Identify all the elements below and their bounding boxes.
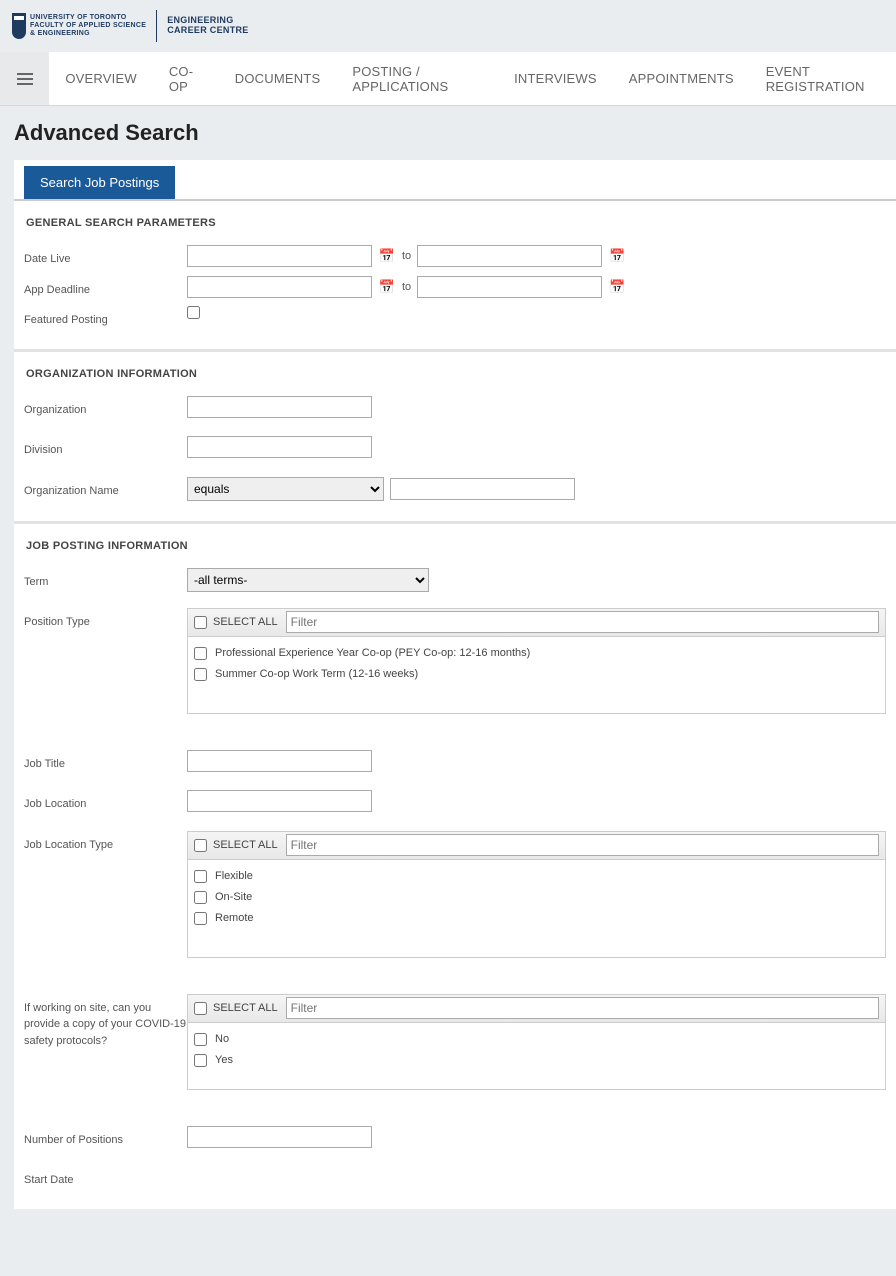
num-positions-input[interactable] [187,1126,372,1148]
select-all-checkbox[interactable] [194,616,207,629]
main-nav: OVERVIEW CO-OP DOCUMENTS POSTING / APPLI… [0,52,896,106]
section-title: GENERAL SEARCH PARAMETERS [24,211,886,241]
covid-option[interactable]: No [194,1029,879,1050]
select-all-checkbox[interactable] [194,839,207,852]
section-general: GENERAL SEARCH PARAMETERS Date Live 📅 to… [14,201,896,352]
content: Search Job Postings GENERAL SEARCH PARAM… [14,160,896,1209]
covid-multiselect: SELECT ALL No Yes [187,994,886,1090]
hamburger-button[interactable] [0,52,49,105]
option-checkbox[interactable] [194,891,207,904]
app-deadline-from-input[interactable] [187,276,372,298]
uoft-text: & ENGINEERING [30,30,146,38]
option-checkbox[interactable] [194,668,207,681]
featured-checkbox[interactable] [187,306,200,319]
covid-option[interactable]: Yes [194,1050,879,1071]
hamburger-icon [17,73,33,85]
covid-filter[interactable] [286,997,879,1019]
option-checkbox[interactable] [194,1033,207,1046]
term-label: Term [24,568,187,591]
date-live-to-input[interactable] [417,245,602,267]
location-type-filter[interactable] [286,834,879,856]
date-live-from-input[interactable] [187,245,372,267]
position-type-option[interactable]: Professional Experience Year Co-op (PEY … [194,643,879,664]
nav-overview[interactable]: OVERVIEW [49,52,152,105]
calendar-icon[interactable]: 📅 [608,278,626,296]
ecc-text: CAREER CENTRE [167,26,248,36]
uoft-crest-icon [12,13,26,39]
uoft-text: FACULTY OF APPLIED SCIENCE [30,22,146,30]
logo: UNIVERSITY OF TORONTO FACULTY OF APPLIED… [12,10,249,42]
nav-appointments[interactable]: APPOINTMENTS [613,52,750,105]
term-select[interactable]: -all terms- [187,568,429,592]
nav-interviews[interactable]: INTERVIEWS [498,52,613,105]
job-title-input[interactable] [187,750,372,772]
nav-posting-applications[interactable]: POSTING / APPLICATIONS [336,52,498,105]
calendar-icon[interactable]: 📅 [378,247,396,265]
location-type-option[interactable]: On-Site [194,887,879,908]
to-text: to [402,250,411,262]
division-label: Division [24,436,187,459]
organization-input[interactable] [187,396,372,418]
org-name-operator-select[interactable]: equals [187,477,384,501]
page-title: Advanced Search [0,106,896,160]
job-location-input[interactable] [187,790,372,812]
organization-label: Organization [24,396,187,419]
select-all-checkbox[interactable] [194,1002,207,1015]
org-name-label: Organization Name [24,477,187,500]
section-job-posting: JOB POSTING INFORMATION Term -all terms-… [14,524,896,1209]
position-type-label: Position Type [24,608,187,631]
num-positions-label: Number of Positions [24,1126,187,1149]
position-type-option[interactable]: Summer Co-op Work Term (12-16 weeks) [194,664,879,685]
org-name-input[interactable] [390,478,575,500]
app-deadline-label: App Deadline [24,276,187,299]
location-type-option[interactable]: Remote [194,908,879,929]
option-checkbox[interactable] [194,1054,207,1067]
uoft-logo: UNIVERSITY OF TORONTO FACULTY OF APPLIED… [12,13,146,39]
job-location-type-multiselect: SELECT ALL Flexible On-Site Re [187,831,886,958]
calendar-icon[interactable]: 📅 [378,278,396,296]
nav-coop[interactable]: CO-OP [153,52,219,105]
section-organization: ORGANIZATION INFORMATION Organization Di… [14,352,896,524]
job-title-label: Job Title [24,750,187,773]
tab-bar: Search Job Postings [14,160,896,201]
position-type-filter[interactable] [286,611,879,633]
to-text: to [402,281,411,293]
option-checkbox[interactable] [194,870,207,883]
nav-event-registration[interactable]: EVENT REGISTRATION [750,52,896,105]
select-all-label[interactable]: SELECT ALL [194,616,278,629]
select-all-label[interactable]: SELECT ALL [194,1002,278,1015]
job-location-type-label: Job Location Type [24,831,187,854]
select-all-label[interactable]: SELECT ALL [194,839,278,852]
date-live-label: Date Live [24,245,187,268]
division-input[interactable] [187,436,372,458]
calendar-icon[interactable]: 📅 [608,247,626,265]
section-title: ORGANIZATION INFORMATION [24,362,886,392]
uoft-text: UNIVERSITY OF TORONTO [30,14,146,22]
tab-search-postings[interactable]: Search Job Postings [24,166,175,199]
job-location-label: Job Location [24,790,187,813]
location-type-option[interactable]: Flexible [194,866,879,887]
option-checkbox[interactable] [194,647,207,660]
option-checkbox[interactable] [194,912,207,925]
start-date-label: Start Date [24,1166,187,1189]
featured-label: Featured Posting [24,306,187,329]
logo-divider [156,10,157,42]
nav-documents[interactable]: DOCUMENTS [219,52,337,105]
app-deadline-to-input[interactable] [417,276,602,298]
section-title: JOB POSTING INFORMATION [24,534,886,564]
covid-label: If working on site, can you provide a co… [24,994,187,1050]
header: UNIVERSITY OF TORONTO FACULTY OF APPLIED… [0,0,896,52]
position-type-multiselect: SELECT ALL Professional Experience Year … [187,608,886,714]
